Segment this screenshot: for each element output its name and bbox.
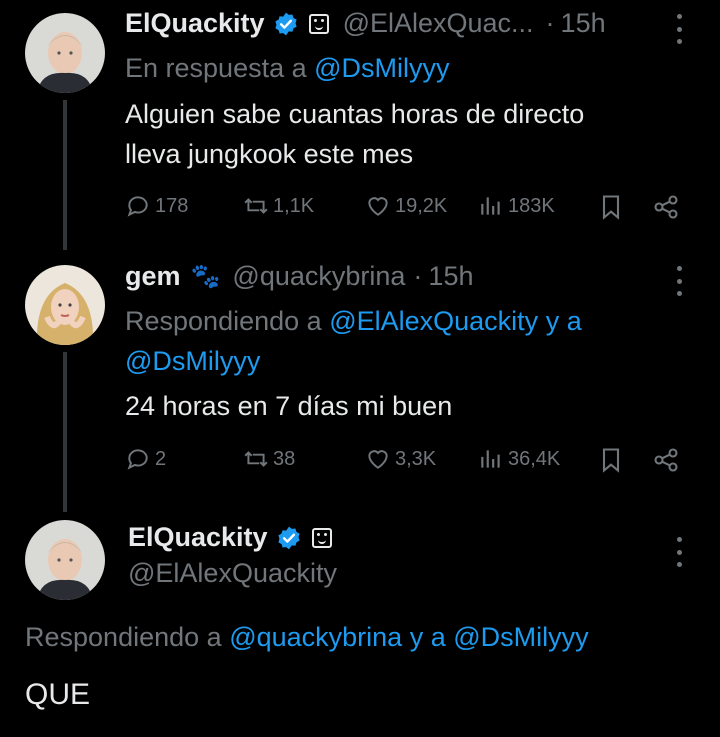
like-button[interactable]: 19,2K bbox=[365, 193, 447, 219]
like-count: 19,2K bbox=[395, 194, 448, 217]
like-button[interactable]: 3,3K bbox=[365, 446, 436, 472]
reply-mention[interactable]: @ElAlexQuackity bbox=[329, 306, 538, 336]
tweet-text: 24 horas en 7 días mi buen bbox=[125, 386, 452, 426]
handle-row: @ElAlexQuackity bbox=[128, 558, 337, 589]
repost-count: 38 bbox=[273, 447, 296, 470]
tweet-text-line: QUE bbox=[25, 678, 91, 711]
share-icon[interactable] bbox=[652, 446, 680, 474]
affiliate-icon bbox=[308, 13, 329, 34]
reply-prefix: Respondiendo a bbox=[25, 622, 222, 652]
views-count: 183K bbox=[508, 194, 555, 217]
reply-count: 178 bbox=[155, 194, 189, 217]
avatar[interactable] bbox=[25, 265, 105, 345]
like-icon bbox=[368, 450, 388, 469]
avatar[interactable] bbox=[25, 13, 105, 93]
views-button[interactable]: 183K bbox=[478, 193, 555, 219]
time-separator: · bbox=[413, 261, 423, 291]
reply-prefix: Respondiendo a bbox=[125, 306, 322, 336]
views-button[interactable]: 36,4K bbox=[478, 446, 560, 472]
verified-icon bbox=[274, 12, 297, 35]
repost-icon bbox=[244, 198, 268, 214]
reply-icon bbox=[127, 449, 148, 470]
reply-mention[interactable]: @DsMilyyy bbox=[314, 53, 449, 83]
like-icon bbox=[368, 197, 388, 216]
share-icon[interactable] bbox=[652, 193, 680, 221]
more-icon[interactable] bbox=[674, 266, 684, 296]
repost-button[interactable]: 38 bbox=[243, 446, 295, 472]
more-icon[interactable] bbox=[674, 14, 684, 44]
tweet-header: ElQuackity bbox=[128, 522, 332, 553]
tweet-header: ElQuackity @ElAlexQuac... · 15h bbox=[125, 8, 606, 39]
reply-button[interactable]: 2 bbox=[125, 446, 166, 472]
handle[interactable]: @quackybrina bbox=[232, 261, 405, 292]
like-count: 3,3K bbox=[395, 447, 437, 470]
tweet-text: QUE bbox=[25, 675, 90, 715]
repost-icon bbox=[244, 451, 268, 467]
reply-context: En respuesta a @DsMilyyy bbox=[125, 48, 450, 88]
reply-icon bbox=[127, 196, 148, 217]
tweet-text: Alguien sabe cuantas horas de directo ll… bbox=[125, 94, 584, 174]
thread-line bbox=[63, 100, 67, 250]
avatar[interactable] bbox=[25, 520, 105, 600]
views-icon bbox=[481, 450, 500, 468]
verified-icon bbox=[277, 526, 300, 549]
repost-count: 1,1K bbox=[273, 194, 315, 217]
reply-context: Respondiendo a @quackybrina y a @DsMilyy… bbox=[25, 617, 589, 657]
tweet-text-line: lleva jungkook este mes bbox=[125, 139, 414, 169]
handle[interactable]: @ElAlexQuac... bbox=[343, 8, 534, 39]
handle[interactable]: @ElAlexQuackity bbox=[128, 558, 337, 589]
reply-button[interactable]: 178 bbox=[125, 193, 188, 219]
reply-mention[interactable]: @quackybrina bbox=[229, 622, 402, 652]
bookmark-icon[interactable] bbox=[597, 193, 625, 221]
repost-button[interactable]: 1,1K bbox=[243, 193, 314, 219]
views-icon bbox=[481, 197, 500, 215]
thread-page: ElQuackity @ElAlexQuac... · 15h En respu… bbox=[0, 0, 720, 737]
tweet-text-line: Alguien sabe cuantas horas de directo bbox=[125, 99, 585, 129]
tweet-actions: 2 38 3,3K 36,4K bbox=[0, 446, 720, 476]
views-count: 36,4K bbox=[508, 447, 561, 470]
tweet-header: gem 🐾 @quackybrina · 15h bbox=[125, 261, 473, 292]
thread-line bbox=[63, 352, 67, 512]
reply-mention[interactable]: @DsMilyyy bbox=[453, 622, 588, 652]
affiliate-icon bbox=[311, 527, 332, 548]
tweet-actions: 178 1,1K 19,2K 183K bbox=[0, 193, 720, 223]
bookmark-icon[interactable] bbox=[597, 446, 625, 474]
reply-mention[interactable]: @DsMilyyy bbox=[125, 346, 260, 376]
display-name[interactable]: ElQuackity bbox=[125, 8, 265, 39]
paw-emoji: 🐾 bbox=[190, 263, 221, 290]
reply-count: 2 bbox=[155, 447, 167, 470]
timestamp[interactable]: 15h bbox=[428, 261, 473, 292]
reply-prefix: En respuesta a bbox=[125, 53, 307, 83]
timestamp[interactable]: 15h bbox=[561, 8, 606, 39]
more-icon[interactable] bbox=[674, 537, 684, 567]
reply-and: y a bbox=[409, 622, 446, 652]
tweet-text-line: 24 horas en 7 días mi buen bbox=[125, 391, 453, 421]
display-name[interactable]: gem bbox=[125, 261, 181, 292]
display-name[interactable]: ElQuackity bbox=[128, 522, 268, 553]
reply-context: Respondiendo a @ElAlexQuackity y a @DsMi… bbox=[125, 301, 685, 381]
time-separator: · bbox=[545, 8, 555, 38]
reply-and: y a bbox=[545, 306, 582, 336]
